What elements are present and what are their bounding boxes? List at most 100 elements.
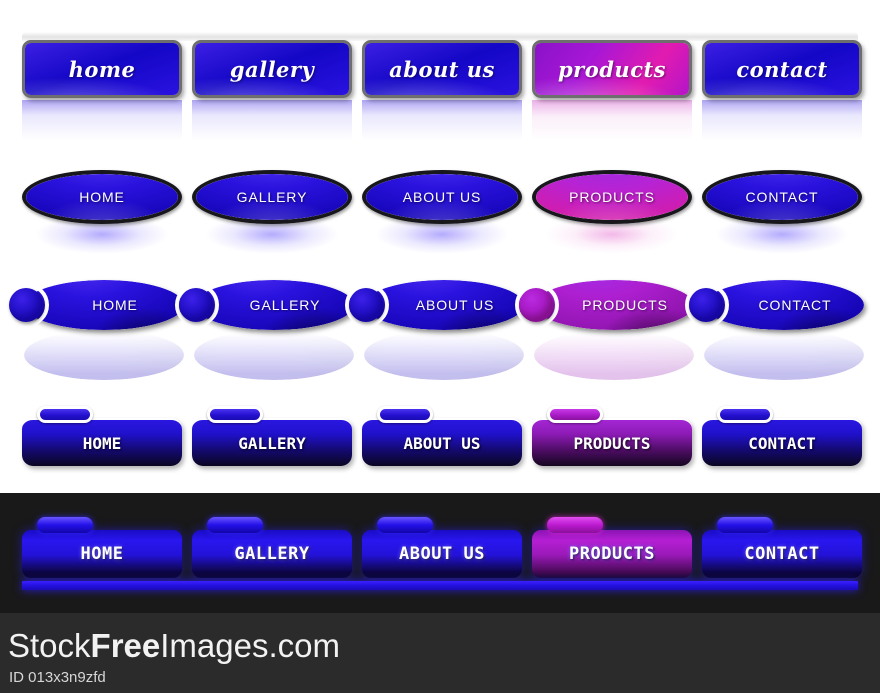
button-home[interactable]: home — [22, 40, 182, 98]
button-contact[interactable]: CONTACT — [702, 418, 862, 466]
tab-handle-contact[interactable] — [717, 517, 773, 533]
reflection-home — [22, 100, 182, 144]
button-products[interactable]: PRODUCTS — [532, 530, 692, 578]
reflection-products — [532, 100, 692, 144]
button-gallery[interactable]: GALLERY — [192, 170, 352, 224]
button-label-about-us: about us — [389, 56, 495, 82]
mirror-surface — [704, 334, 864, 380]
button-gallery[interactable]: GALLERY — [192, 418, 352, 466]
button-home[interactable]: HOME — [22, 418, 182, 466]
mirror-home — [24, 334, 184, 380]
button-label-gallery: GALLERY — [236, 189, 308, 205]
mirror-surface — [24, 334, 184, 380]
button-group-products: PRODUCTS — [532, 517, 702, 587]
button-home[interactable]: HOME — [22, 530, 182, 578]
button-label-about-us: ABOUT US — [402, 189, 482, 205]
button-label-products: PRODUCTS — [569, 189, 655, 205]
mirror-about-us — [364, 334, 524, 380]
button-about-us[interactable]: ABOUT US — [362, 418, 522, 466]
button-row-ellipse-glow: HOME GALLERY ABOUT US PRODUCTS CONTACT — [0, 162, 880, 274]
bullet-circle-icon[interactable] — [519, 288, 553, 322]
button-label-home: HOME — [79, 189, 125, 205]
tab-handle-home[interactable] — [37, 406, 93, 423]
button-row-tabbed-light: HOME GALLERY ABOUT US PRODUCTS CONTACT — [0, 398, 880, 488]
mirror-surface — [194, 334, 354, 380]
button-group-contact: CONTACT — [702, 398, 872, 484]
button-label-home: HOME — [80, 544, 124, 564]
tab-handle-home[interactable] — [37, 517, 93, 533]
tab-handle-products[interactable] — [547, 406, 603, 423]
button-label-gallery: GALLERY — [234, 544, 310, 564]
tab-handle-contact[interactable] — [717, 406, 773, 423]
button-group-products: PRODUCTS — [515, 280, 694, 384]
bullet-circle-icon[interactable] — [689, 288, 723, 322]
button-gallery[interactable]: gallery — [192, 40, 352, 98]
dark-navigation-band: HOME GALLERY ABOUT US PRODUCTS CONTACT — [0, 493, 880, 613]
button-products[interactable]: products — [532, 40, 692, 98]
button-label-about-us: ABOUT US — [399, 544, 485, 564]
watermark-footer: StockFreeImages.com ID 013x3n9zfd — [0, 613, 880, 693]
button-contact[interactable]: contact — [702, 40, 862, 98]
button-group-products: PRODUCTS — [532, 398, 702, 484]
button-group-gallery: GALLERY — [192, 517, 362, 587]
button-row-script-rectangles: home gallery about us products contact — [0, 28, 880, 144]
button-gallery[interactable]: GALLERY — [192, 530, 352, 578]
button-set-showcase: home gallery about us products contact HOME G… — [0, 0, 880, 693]
tab-handle-about-us[interactable] — [377, 517, 433, 533]
button-group-about-us: ABOUT US — [345, 280, 524, 384]
mirror-contact — [704, 334, 864, 380]
glow-about-us — [357, 220, 527, 268]
button-group-home: HOME — [22, 398, 192, 484]
button-group-gallery: GALLERY — [192, 398, 362, 484]
button-label-home: HOME — [82, 433, 122, 453]
tab-handle-about-us[interactable] — [377, 406, 433, 423]
mirror-products — [534, 334, 694, 380]
button-contact[interactable]: CONTACT — [702, 530, 862, 578]
tab-handle-gallery[interactable] — [207, 517, 263, 533]
button-label-contact: contact — [736, 56, 828, 82]
glow-contact — [697, 220, 867, 268]
reflection-about-us — [362, 100, 522, 144]
button-group-about-us: ABOUT US — [362, 398, 532, 484]
button-label-products: PRODUCTS — [573, 433, 651, 453]
mirror-surface — [364, 334, 524, 380]
button-products[interactable]: PRODUCTS — [532, 418, 692, 466]
button-label-contact: CONTACT — [744, 544, 820, 564]
image-id-label: ID 013x3n9zfd — [9, 669, 106, 686]
button-products[interactable]: PRODUCTS — [532, 170, 692, 224]
button-about-us[interactable]: about us — [362, 40, 522, 98]
stockfreeimages-logo: StockFreeImages.com — [8, 627, 340, 665]
button-label-products: products — [557, 56, 666, 82]
mirror-surface — [534, 334, 694, 380]
button-label-contact: CONTACT — [748, 433, 816, 453]
glow-products — [527, 220, 697, 268]
brand-part-1: Stock — [8, 627, 91, 664]
button-group-contact: CONTACT — [702, 517, 872, 587]
brand-part-3: Images.com — [160, 627, 340, 664]
bullet-circle-icon[interactable] — [9, 288, 43, 322]
button-label-contact: CONTACT — [745, 189, 819, 205]
mirror-gallery — [194, 334, 354, 380]
button-label-products: PRODUCTS — [569, 544, 655, 564]
button-home[interactable]: HOME — [22, 170, 182, 224]
button-label-about-us: ABOUT US — [403, 433, 481, 453]
reflection-gallery — [192, 100, 352, 144]
button-group-gallery: GALLERY — [175, 280, 354, 384]
bullet-circle-icon[interactable] — [349, 288, 383, 322]
button-label-gallery: GALLERY — [238, 433, 306, 453]
button-row-ellipse-circle: HOME GALLERY ABOUT US PRODUCTS CONTACT — [0, 276, 880, 388]
button-group-home: HOME — [22, 517, 192, 587]
navigation-underline-bar — [22, 581, 858, 590]
tab-handle-gallery[interactable] — [207, 406, 263, 423]
button-about-us[interactable]: ABOUT US — [362, 530, 522, 578]
button-label-home: home — [68, 56, 136, 82]
button-group-contact: CONTACT — [685, 280, 864, 384]
bullet-circle-icon[interactable] — [179, 288, 213, 322]
button-group-about-us: ABOUT US — [362, 517, 532, 587]
button-about-us[interactable]: ABOUT US — [362, 170, 522, 224]
glow-gallery — [187, 220, 357, 268]
tab-handle-products[interactable] — [547, 517, 603, 533]
button-contact[interactable]: CONTACT — [702, 170, 862, 224]
glow-home — [17, 220, 187, 268]
button-group-home: HOME — [5, 280, 184, 384]
